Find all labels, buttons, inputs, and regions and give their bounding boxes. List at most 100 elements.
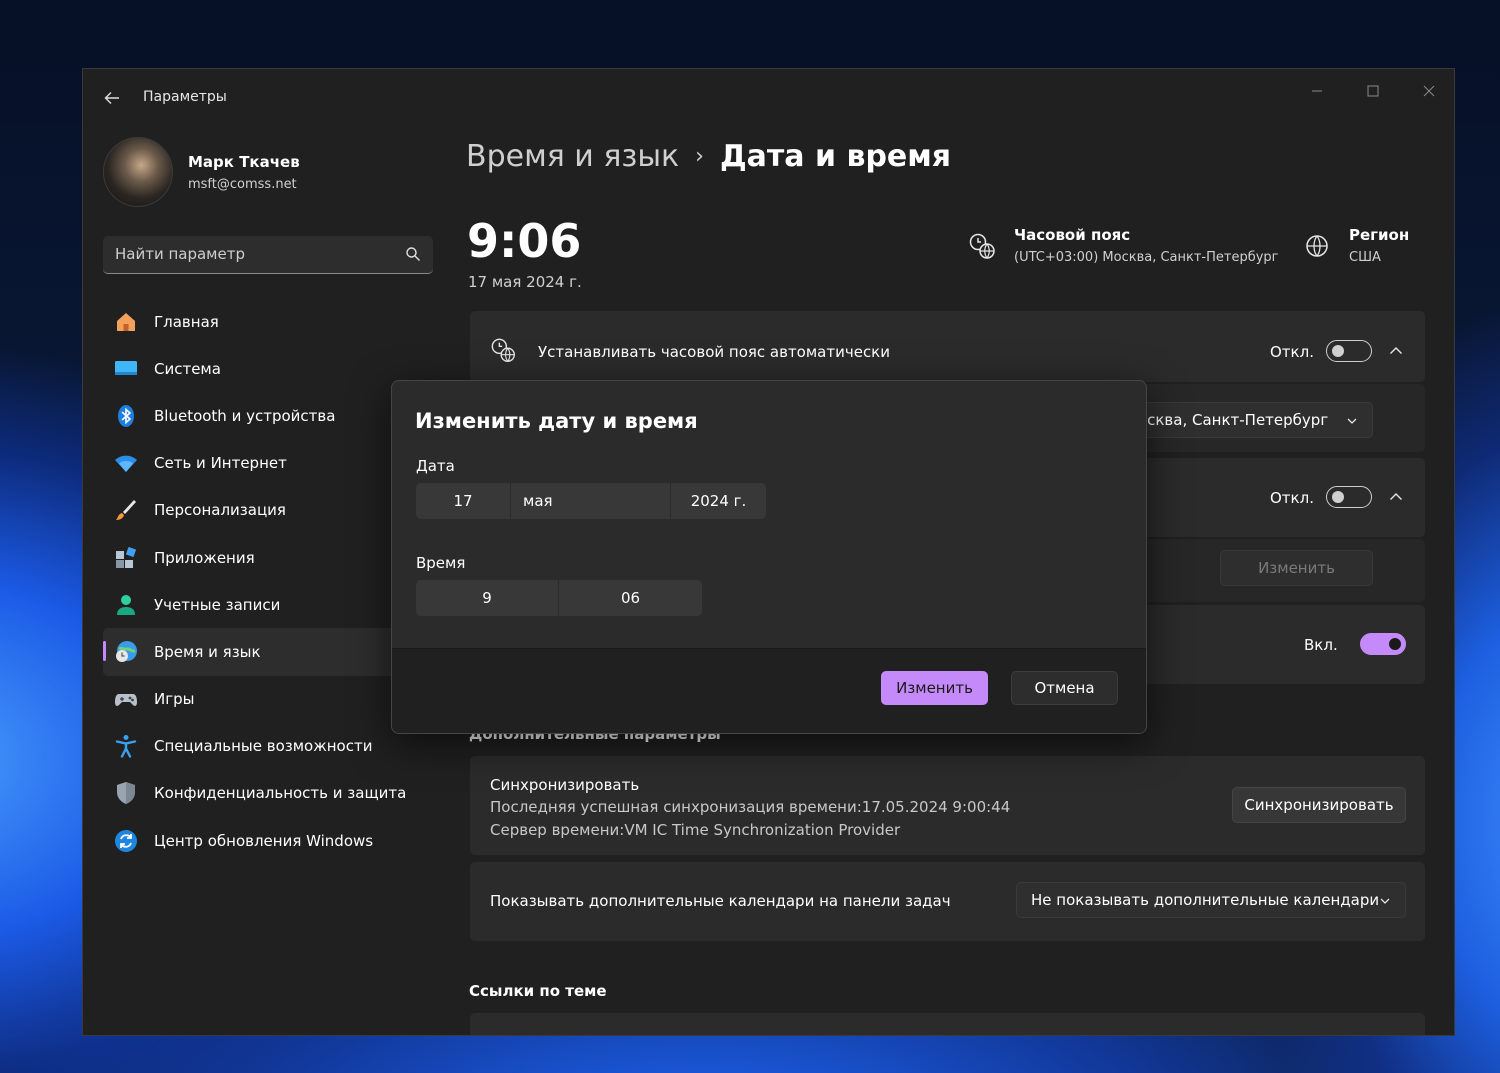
change-datetime-dialog: Изменить дату и время Дата 17 мая 2024 г… [391, 380, 1147, 734]
auto-time-status: Откл. [1270, 489, 1314, 507]
date-label: Дата [416, 457, 455, 475]
sidebar-item-personalization[interactable]: Персонализация [103, 487, 433, 534]
timezone-label: Часовой пояс [1014, 226, 1131, 244]
sync-button[interactable]: Синхронизировать [1232, 787, 1406, 823]
update-icon [114, 829, 138, 853]
sidebar-item-time-language[interactable]: Время и язык [103, 628, 433, 676]
home-icon [114, 310, 138, 334]
timezone-summary: Часовой пояс (UTC+03:00) Москва, Санкт-П… [968, 224, 1279, 274]
profile-name: Марк Ткачев [188, 153, 300, 171]
month-selector[interactable]: мая [511, 483, 671, 519]
sidebar-item-label: Игры [154, 690, 195, 709]
sync-title: Синхронизировать [490, 776, 640, 794]
related-links-title: Ссылки по теме [469, 982, 607, 1000]
search-input[interactable] [115, 236, 385, 272]
calendars-card: Показывать дополнительные календари на п… [470, 862, 1425, 941]
sync-server: Сервер времени:VM IC Time Synchronizatio… [490, 821, 901, 839]
sidebar-item-label: Сеть и Интернет [154, 454, 287, 473]
apps-icon [114, 546, 138, 570]
sidebar-item-windows-update[interactable]: Центр обновления Windows [103, 817, 433, 864]
current-date: 17 мая 2024 г. [468, 273, 582, 291]
sidebar-item-home[interactable]: Главная [103, 298, 433, 345]
wifi-icon [114, 451, 138, 475]
breadcrumb-separator: › [695, 144, 704, 169]
globe-clock-icon [491, 338, 515, 362]
region-label: Регион [1349, 226, 1410, 244]
bluetooth-icon [114, 404, 138, 428]
sidebar-item-label: Персонализация [154, 501, 286, 520]
hour-selector[interactable]: 9 [416, 580, 559, 616]
close-button[interactable] [1406, 77, 1452, 107]
toggle-knob [1332, 491, 1344, 503]
dialog-footer: Изменить Отмена [392, 648, 1146, 733]
region-summary: Регион США [1303, 224, 1443, 274]
user-profile[interactable]: Марк Ткачев msft@comss.net [103, 137, 433, 209]
gamepad-icon [114, 687, 138, 711]
calendars-label: Показывать дополнительные календари на п… [490, 892, 951, 910]
settings-window: Параметры Марк Ткачев msft@comss.net Гла… [82, 68, 1455, 1036]
timezone-dropdown-value: Москва, Санкт-Петербург [1125, 411, 1329, 429]
sidebar-item-label: Система [154, 359, 221, 378]
time-picker: 9 06 [416, 580, 702, 616]
related-links-card [470, 1013, 1425, 1035]
current-time: 9:06 [467, 214, 582, 268]
sidebar-item-apps[interactable]: Приложения [103, 534, 433, 581]
auto-timezone-label: Устанавливать часовой пояс автоматически [538, 343, 890, 361]
chevron-up-icon[interactable] [1388, 489, 1404, 505]
profile-email: msft@comss.net [188, 177, 297, 192]
sidebar-item-accessibility[interactable]: Специальные возможности [103, 723, 433, 770]
chevron-up-icon[interactable] [1388, 343, 1404, 359]
sidebar-item-network[interactable]: Сеть и Интернет [103, 440, 433, 487]
change-time-button[interactable]: Изменить [1220, 550, 1373, 586]
sync-last-time: Последняя успешная синхронизация времени… [490, 798, 1011, 816]
timezone-dropdown[interactable]: Москва, Санкт-Петербург [1110, 402, 1373, 438]
title-bar: Параметры [83, 69, 1454, 127]
sidebar-item-label: Конфиденциальность и защита [154, 784, 407, 803]
back-button[interactable] [99, 85, 125, 111]
search-icon[interactable] [405, 246, 421, 262]
toggle-knob [1389, 638, 1401, 650]
sidebar-item-system[interactable]: Система [103, 345, 433, 392]
sidebar-item-label: Учетные записи [154, 595, 281, 614]
calendars-dropdown[interactable]: Не показывать дополнительные календари [1016, 882, 1406, 918]
sidebar-item-gaming[interactable]: Игры [103, 676, 433, 723]
minute-selector[interactable]: 06 [559, 580, 702, 616]
sidebar-item-label: Центр обновления Windows [154, 831, 374, 850]
time-language-icon [114, 640, 138, 664]
search-box [103, 236, 433, 274]
auto-timezone-card: Устанавливать часовой пояс автоматически… [470, 311, 1425, 382]
sidebar-item-accounts[interactable]: Учетные записи [103, 581, 433, 628]
auto-timezone-toggle[interactable] [1326, 340, 1372, 362]
sidebar-item-bluetooth[interactable]: Bluetooth и устройства [103, 392, 433, 439]
maximize-button[interactable] [1350, 77, 1396, 107]
minimize-icon [1312, 90, 1322, 92]
shield-icon [114, 781, 138, 805]
time-label: Время [416, 554, 466, 572]
avatar [103, 137, 173, 207]
confirm-button[interactable]: Изменить [881, 671, 988, 705]
sidebar-item-label: Приложения [154, 548, 255, 567]
cancel-button[interactable]: Отмена [1011, 671, 1118, 705]
maximize-icon [1367, 85, 1379, 97]
year-selector[interactable]: 2024 г. [671, 483, 766, 519]
sidebar-item-privacy[interactable]: Конфиденциальность и защита [103, 770, 433, 817]
minimize-button[interactable] [1294, 77, 1340, 107]
auto-timezone-status: Откл. [1270, 343, 1314, 361]
region-value: США [1349, 250, 1381, 265]
date-picker: 17 мая 2024 г. [416, 483, 766, 519]
dst-status: Вкл. [1304, 636, 1338, 654]
brush-icon [114, 498, 138, 522]
breadcrumb-parent[interactable]: Время и язык [466, 139, 679, 174]
dst-toggle[interactable] [1360, 633, 1406, 655]
dialog-title: Изменить дату и время [415, 409, 698, 433]
auto-time-toggle[interactable] [1326, 486, 1372, 508]
arrow-left-icon [104, 92, 119, 104]
accounts-icon [114, 593, 138, 617]
chevron-down-icon [1347, 418, 1357, 424]
day-selector[interactable]: 17 [416, 483, 511, 519]
calendars-dropdown-value: Не показывать дополнительные календари [1031, 891, 1380, 909]
sidebar-nav: Главная Система Bluetooth и устройства С… [103, 298, 433, 864]
toggle-knob [1332, 345, 1344, 357]
page-title: Дата и время [719, 139, 952, 174]
system-icon [114, 357, 138, 381]
